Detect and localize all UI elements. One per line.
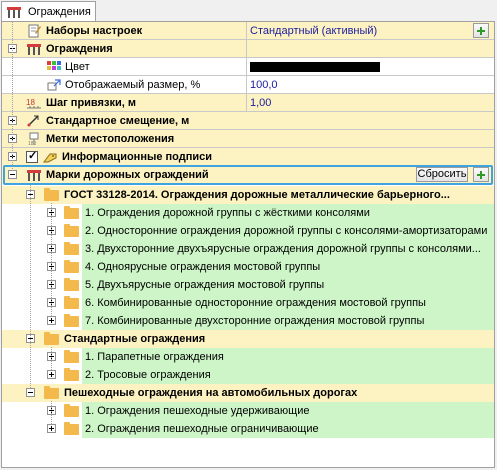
item-label: 1. Ограждения дорожной группы с жёсткими… bbox=[85, 207, 370, 219]
size-value[interactable]: 100,0 bbox=[250, 79, 278, 91]
document-icon bbox=[28, 24, 41, 38]
ruler-icon: 18 bbox=[26, 98, 41, 109]
tab-fences[interactable]: Ограждения bbox=[1, 1, 96, 21]
item-label: 2. Односторонние ограждения дорожной гру… bbox=[85, 225, 488, 237]
expand-toggle[interactable] bbox=[47, 244, 56, 253]
list-item[interactable]: 3. Двухсторонние двухъярусные ограждения… bbox=[2, 240, 494, 258]
folder-icon bbox=[64, 368, 79, 381]
info-labels-row[interactable]: Информационные подписи bbox=[2, 148, 494, 166]
folder-icon bbox=[64, 350, 79, 363]
expand-toggle[interactable] bbox=[47, 298, 56, 307]
expand-toggle[interactable] bbox=[8, 134, 17, 143]
expand-toggle[interactable] bbox=[8, 116, 17, 125]
item-label: 4. Одноярусные ограждения мостовой групп… bbox=[85, 261, 321, 273]
color-swatch[interactable] bbox=[250, 62, 380, 72]
fences-row[interactable]: Ограждения bbox=[2, 40, 494, 58]
collapse-toggle[interactable] bbox=[8, 44, 17, 53]
gost-group-label: ГОСТ 33128-2014. Ограждения дорожные мет… bbox=[64, 189, 450, 201]
expand-toggle[interactable] bbox=[47, 262, 56, 271]
list-item[interactable]: 4. Одноярусные ограждения мостовой групп… bbox=[2, 258, 494, 276]
list-item[interactable]: 5. Двухъярусные ограждения мостовой груп… bbox=[2, 276, 494, 294]
expand-toggle[interactable] bbox=[47, 370, 56, 379]
folder-icon bbox=[44, 386, 59, 399]
size-row[interactable]: Отображаемый размер, % 100,0 bbox=[2, 76, 494, 94]
offset-icon bbox=[27, 115, 39, 127]
folder-icon bbox=[64, 404, 79, 417]
folder-icon bbox=[64, 260, 79, 273]
fence-icon bbox=[7, 7, 21, 18]
standard-group-row[interactable]: Стандартные ограждения bbox=[2, 330, 494, 348]
tab-bar: Ограждения bbox=[0, 0, 497, 22]
palette-icon bbox=[47, 61, 61, 70]
list-item[interactable]: 2. Односторонние ограждения дорожной гру… bbox=[2, 222, 494, 240]
snap-label: Шаг привязки, м bbox=[46, 97, 136, 109]
pedestrian-group-row[interactable]: Пешеходные ограждения на автомобильных д… bbox=[2, 384, 494, 402]
list-item[interactable]: 2. Тросовые ограждения bbox=[2, 366, 494, 384]
snap-value[interactable]: 1,00 bbox=[250, 97, 271, 109]
svg-text:18: 18 bbox=[26, 98, 35, 107]
expand-toggle[interactable] bbox=[47, 406, 56, 415]
offset-label: Стандартное смещение, м bbox=[46, 115, 190, 127]
presets-row[interactable]: Наборы настроек Стандартный (активный) bbox=[2, 22, 494, 40]
expand-toggle[interactable] bbox=[47, 208, 56, 217]
item-label: 1. Парапетные ограждения bbox=[85, 351, 224, 363]
folder-icon bbox=[64, 296, 79, 309]
expand-toggle[interactable] bbox=[47, 226, 56, 235]
expand-toggle[interactable] bbox=[47, 424, 56, 433]
item-label: 1. Ограждения пешеходные удерживающие bbox=[85, 405, 310, 417]
list-item[interactable]: 2. Ограждения пешеходные ограничивающие bbox=[2, 420, 494, 438]
add-preset-button[interactable] bbox=[473, 23, 489, 38]
color-label: Цвет bbox=[65, 61, 90, 73]
list-item[interactable]: 6. Комбинированные односторонние огражде… bbox=[2, 294, 494, 312]
offset-row[interactable]: Стандартное смещение, м bbox=[2, 112, 494, 130]
folder-icon bbox=[64, 314, 79, 327]
presets-value[interactable]: Стандартный (активный) bbox=[250, 25, 377, 37]
list-item[interactable]: 7. Комбинированные двухсторонние огражде… bbox=[2, 312, 494, 330]
standard-group-label: Стандартные ограждения bbox=[64, 333, 206, 345]
list-item[interactable]: 1. Ограждения пешеходные удерживающие bbox=[2, 402, 494, 420]
folder-icon bbox=[44, 332, 59, 345]
collapse-toggle[interactable] bbox=[26, 388, 35, 397]
item-label: 2. Тросовые ограждения bbox=[85, 369, 211, 381]
color-row[interactable]: Цвет bbox=[2, 58, 494, 76]
snap-row[interactable]: 18 Шаг привязки, м 1,00 bbox=[2, 94, 494, 112]
milestone-icon: 180 bbox=[28, 132, 39, 146]
scale-icon bbox=[47, 79, 61, 91]
label-icon bbox=[43, 153, 57, 163]
properties-panel: Наборы настроек Стандартный (активный) О… bbox=[1, 21, 495, 468]
location-marks-row[interactable]: 180 Метки местоположения bbox=[2, 130, 494, 148]
info-labels-label: Информационные подписи bbox=[62, 151, 213, 163]
list-item[interactable]: 1. Ограждения дорожной группы с жёсткими… bbox=[2, 204, 494, 222]
item-label: 7. Комбинированные двухсторонние огражде… bbox=[85, 315, 425, 327]
folder-icon bbox=[64, 278, 79, 291]
pedestrian-group-label: Пешеходные ограждения на автомобильных д… bbox=[64, 387, 358, 399]
item-label: 3. Двухсторонние двухъярусные ограждения… bbox=[85, 243, 481, 255]
tab-label: Ограждения bbox=[28, 6, 91, 18]
expand-toggle[interactable] bbox=[8, 152, 17, 161]
expand-toggle[interactable] bbox=[47, 316, 56, 325]
collapse-toggle[interactable] bbox=[26, 190, 35, 199]
presets-label: Наборы настроек bbox=[46, 25, 143, 37]
item-label: 2. Ограждения пешеходные ограничивающие bbox=[85, 423, 319, 435]
folder-icon bbox=[64, 242, 79, 255]
fences-label: Ограждения bbox=[46, 43, 113, 55]
item-label: 6. Комбинированные односторонние огражде… bbox=[85, 297, 426, 309]
folder-icon bbox=[44, 188, 59, 201]
size-label: Отображаемый размер, % bbox=[65, 79, 201, 91]
info-labels-checkbox[interactable] bbox=[26, 149, 38, 163]
selection-highlight bbox=[3, 165, 493, 185]
folder-icon bbox=[64, 224, 79, 237]
list-item[interactable]: 1. Парапетные ограждения bbox=[2, 348, 494, 366]
folder-icon bbox=[64, 422, 79, 435]
fence-icon bbox=[27, 44, 41, 55]
collapse-toggle[interactable] bbox=[26, 334, 35, 343]
location-marks-label: Метки местоположения bbox=[46, 133, 175, 145]
svg-text:180: 180 bbox=[28, 141, 37, 146]
gost-group-row[interactable]: ГОСТ 33128-2014. Ограждения дорожные мет… bbox=[2, 186, 494, 204]
expand-toggle[interactable] bbox=[47, 352, 56, 361]
folder-icon bbox=[64, 206, 79, 219]
item-label: 5. Двухъярусные ограждения мостовой груп… bbox=[85, 279, 325, 291]
expand-toggle[interactable] bbox=[47, 280, 56, 289]
